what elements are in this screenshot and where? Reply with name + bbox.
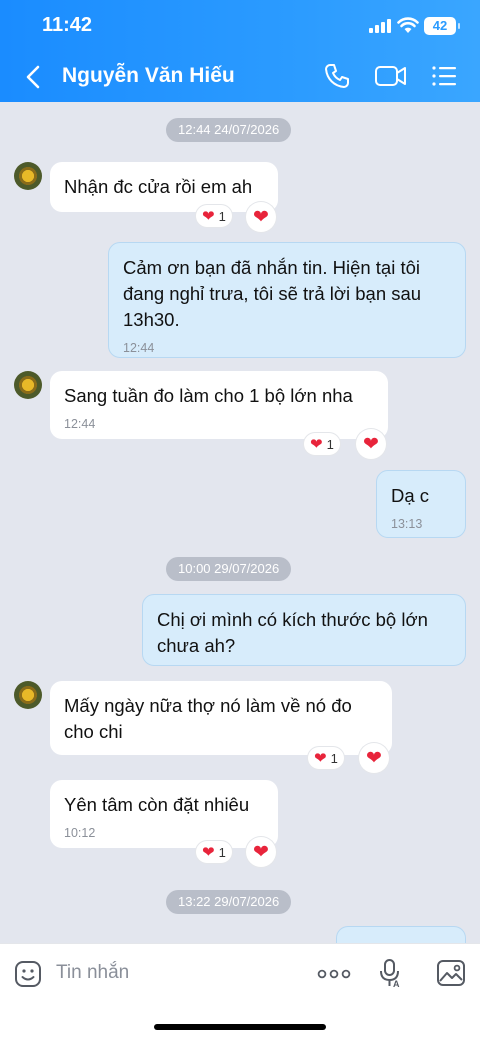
phone-call-icon[interactable] (323, 62, 351, 90)
react-button[interactable]: ❤ (356, 429, 386, 459)
message-bubble-incoming[interactable]: Yên tâm còn đặt nhiêu 10:12 (50, 780, 278, 848)
battery-icon: 42 (424, 17, 460, 35)
reaction-summary[interactable]: ❤ 1 (196, 205, 232, 227)
contact-avatar[interactable] (14, 371, 42, 399)
heart-icon: ❤ (253, 841, 269, 863)
message-bubble-outgoing[interactable]: Chị ơi mình có kích thước bộ lớn chưa ah… (142, 594, 466, 666)
contact-avatar[interactable] (14, 162, 42, 190)
menu-icon[interactable] (430, 62, 458, 90)
message-text: Sang tuần đo làm cho 1 bộ lớn nha (64, 385, 353, 406)
contact-avatar[interactable] (14, 681, 42, 709)
voice-message-icon[interactable]: A (378, 958, 402, 988)
message-text: Yên tâm còn đặt nhiêu (64, 794, 250, 815)
heart-icon: ❤ (366, 747, 382, 769)
video-call-icon[interactable] (374, 62, 408, 90)
heart-icon: ❤ (363, 433, 379, 455)
message-text: Mấy ngày nữa thợ nó làm về nó đo cho chi (64, 695, 352, 742)
message-time: 13:13 (391, 517, 423, 531)
reaction-count: 1 (326, 436, 334, 452)
reaction-count: 1 (330, 750, 338, 766)
status-bar: 11:42 42 (0, 0, 480, 52)
home-indicator (154, 1024, 326, 1030)
message-time: 12:44 (64, 417, 96, 431)
contact-name[interactable]: Nguyễn Văn Hiếu (62, 64, 235, 88)
message-bubble-outgoing[interactable]: Cảm ơn bạn đã nhắn tin. Hiện tại tôi đan… (108, 242, 466, 358)
message-bubble-outgoing[interactable]: Dạ c 13:13 (376, 470, 466, 538)
heart-icon: ❤ (253, 206, 269, 228)
message-bubble-incoming[interactable]: Mấy ngày nữa thợ nó làm về nó đo cho chi (50, 681, 392, 755)
reaction-summary[interactable]: ❤ 1 (304, 433, 340, 455)
wifi-icon (397, 17, 419, 33)
message-time: 10:12 (64, 826, 96, 840)
signal-icon (369, 19, 391, 33)
react-button[interactable]: ❤ (246, 202, 276, 232)
date-separator: 13:22 29/07/2026 (166, 890, 292, 914)
message-text: Dạ c (391, 485, 430, 506)
reaction-summary[interactable]: ❤ 1 (308, 747, 344, 769)
message-bubble-incoming[interactable]: Nhận đc cửa rồi em ah (50, 162, 278, 212)
back-icon[interactable] (24, 64, 42, 90)
message-text: Chị ơi mình có kích thước bộ lớn chưa ah… (157, 609, 428, 656)
heart-icon: ❤ (314, 749, 327, 767)
date-separator: 12:44 24/07/2026 (166, 118, 292, 142)
chat-header: 11:42 42 Nguyễn Văn Hiếu (0, 0, 480, 102)
message-composer: Tin nhắn A (0, 943, 480, 1039)
react-button[interactable]: ❤ (246, 837, 276, 867)
more-options-icon[interactable] (316, 962, 352, 986)
emoji-sticker-icon[interactable] (14, 960, 42, 988)
date-separator: 10:00 29/07/2026 (166, 557, 292, 581)
message-text: Nhận đc cửa rồi em ah (64, 176, 253, 197)
message-time: 12:44 (123, 341, 155, 355)
svg-text:A: A (393, 979, 400, 988)
reaction-count: 1 (218, 844, 226, 860)
heart-icon: ❤ (202, 207, 215, 225)
heart-icon: ❤ (310, 435, 323, 453)
heart-icon: ❤ (202, 843, 215, 861)
message-input[interactable]: Tin nhắn (56, 962, 129, 984)
react-button[interactable]: ❤ (359, 743, 389, 773)
image-gallery-icon[interactable] (436, 958, 466, 988)
message-text: Cảm ơn bạn đã nhắn tin. Hiện tại tôi đan… (123, 257, 422, 330)
reaction-summary[interactable]: ❤ 1 (196, 841, 232, 863)
reaction-count: 1 (218, 208, 226, 224)
message-bubble-incoming[interactable]: Sang tuần đo làm cho 1 bộ lớn nha 12:44 (50, 371, 388, 439)
status-time: 11:42 (42, 14, 93, 36)
